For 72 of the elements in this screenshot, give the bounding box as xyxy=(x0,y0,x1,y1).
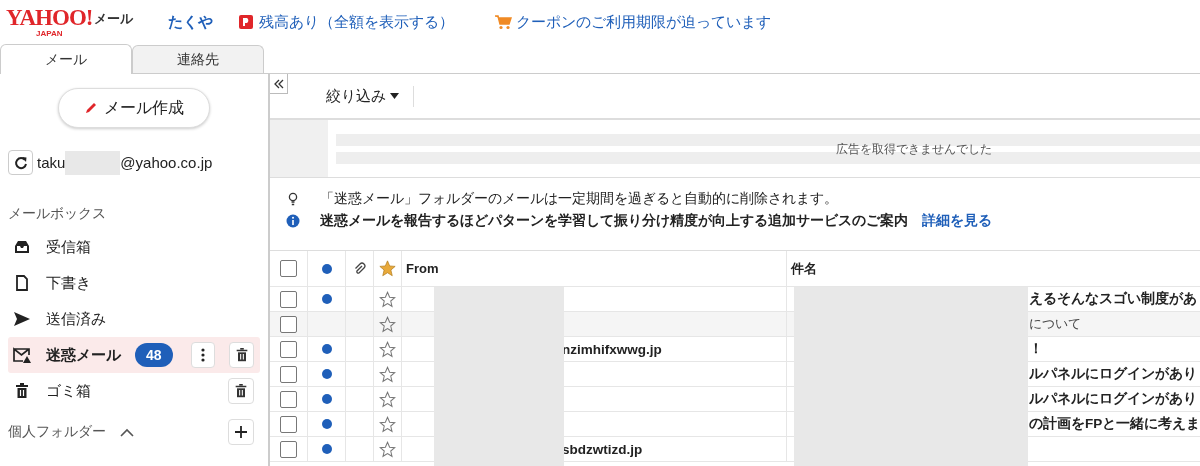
balance-link[interactable]: 残高あり（全額を表示する） xyxy=(259,12,454,32)
star-toggle[interactable] xyxy=(379,390,396,408)
star-toggle[interactable] xyxy=(379,415,396,433)
row-checkbox[interactable] xyxy=(280,440,297,458)
service-name: メール xyxy=(94,10,134,28)
more-icon xyxy=(200,348,205,362)
empty-folder-button[interactable] xyxy=(228,378,254,404)
row-checkbox[interactable] xyxy=(280,290,297,308)
plus-icon xyxy=(235,426,247,438)
star-toggle[interactable] xyxy=(379,340,396,358)
info-icon xyxy=(286,214,300,228)
refresh-button[interactable] xyxy=(8,150,33,175)
notice-text: 迷惑メールを報告するほどパターンを学習して振り分け精度が向上する追加サービスのご案内 xyxy=(320,213,908,228)
row-checkbox[interactable] xyxy=(280,315,297,333)
tab[interactable]: メール xyxy=(0,44,132,74)
send-icon xyxy=(12,310,32,328)
account-email: taku xyxy=(37,154,66,171)
select-all-checkbox[interactable] xyxy=(280,260,297,277)
compose-button[interactable]: メール作成 xyxy=(58,88,210,128)
pencil-icon xyxy=(84,101,98,115)
refresh-icon xyxy=(13,155,28,170)
row-checkbox[interactable] xyxy=(280,340,297,358)
lightbulb-icon xyxy=(286,192,300,206)
cart-icon xyxy=(494,14,512,30)
subject-cell: の計画をFPと一緒に考えま xyxy=(1029,415,1200,433)
tab[interactable]: 連絡先 xyxy=(132,45,264,73)
account-email-domain: @yahoo.co.jp xyxy=(120,154,213,171)
sidebar-item[interactable]: 迷惑メール 48 xyxy=(8,337,260,373)
inbox-icon xyxy=(12,238,32,256)
row-checkbox[interactable] xyxy=(280,365,297,383)
empty-folder-button[interactable] xyxy=(229,342,254,368)
star-toggle[interactable] xyxy=(379,290,396,308)
sidebar-item[interactable]: ゴミ箱 xyxy=(8,373,260,409)
trash-icon xyxy=(233,383,249,399)
star-toggle[interactable] xyxy=(379,315,396,333)
column-header[interactable]: From xyxy=(402,251,787,286)
subject-cell: ！ xyxy=(1029,340,1043,358)
subject-cell: えるそんなスゴい制度があ xyxy=(1029,290,1197,308)
notice-text: 「迷惑メール」フォルダーのメールは一定期間を過ぎると自動的に削除されます。 xyxy=(320,191,838,206)
collapse-sidebar-button[interactable] xyxy=(270,74,288,94)
section-heading: 個人フォルダー xyxy=(8,423,106,441)
sidebar-item[interactable]: 下書き xyxy=(8,265,260,301)
coupon-link[interactable]: クーポンのご利用期限が迫っています xyxy=(516,12,771,32)
row-checkbox[interactable] xyxy=(280,390,297,408)
sidebar-item[interactable]: 送信済み xyxy=(8,301,260,337)
sender-cell: sbdzwtizd.jp xyxy=(562,441,643,457)
star-toggle[interactable] xyxy=(379,365,396,383)
section-heading: メールボックス xyxy=(8,205,107,223)
ad-message: 広告を取得できませんでした xyxy=(836,141,992,158)
user-name-link[interactable]: たくや xyxy=(168,12,213,32)
unread-dot-icon xyxy=(321,263,332,274)
sidebar-item[interactable]: 受信箱 xyxy=(8,229,260,265)
details-link[interactable]: 詳細を見る xyxy=(922,213,992,228)
caret-icon xyxy=(390,93,399,99)
sender-cell: nzimhifxwwg.jp xyxy=(562,341,662,357)
subject-cell: ルパネルにログインがあり xyxy=(1029,390,1197,408)
row-checkbox[interactable] xyxy=(280,415,297,433)
double-chevron-icon xyxy=(273,78,284,89)
subject-cell: について xyxy=(1029,315,1081,333)
more-button[interactable] xyxy=(190,342,216,368)
logo-subtext: JAPAN xyxy=(35,30,63,38)
column-header[interactable]: 件名 xyxy=(787,251,1200,286)
chevron-icon[interactable] xyxy=(120,427,134,437)
unread-count: 48 xyxy=(135,343,173,367)
filter-dropdown[interactable]: 絞り込み xyxy=(320,85,414,107)
add-folder-button[interactable] xyxy=(228,419,254,445)
payment-icon xyxy=(239,15,253,29)
logo-text[interactable]: YAHOO! xyxy=(6,6,93,29)
subject-cell: ルパネルにログインがあり xyxy=(1029,365,1197,383)
star-toggle[interactable] xyxy=(379,440,396,458)
envelope-warning-icon xyxy=(12,346,32,364)
star-icon xyxy=(379,260,396,277)
